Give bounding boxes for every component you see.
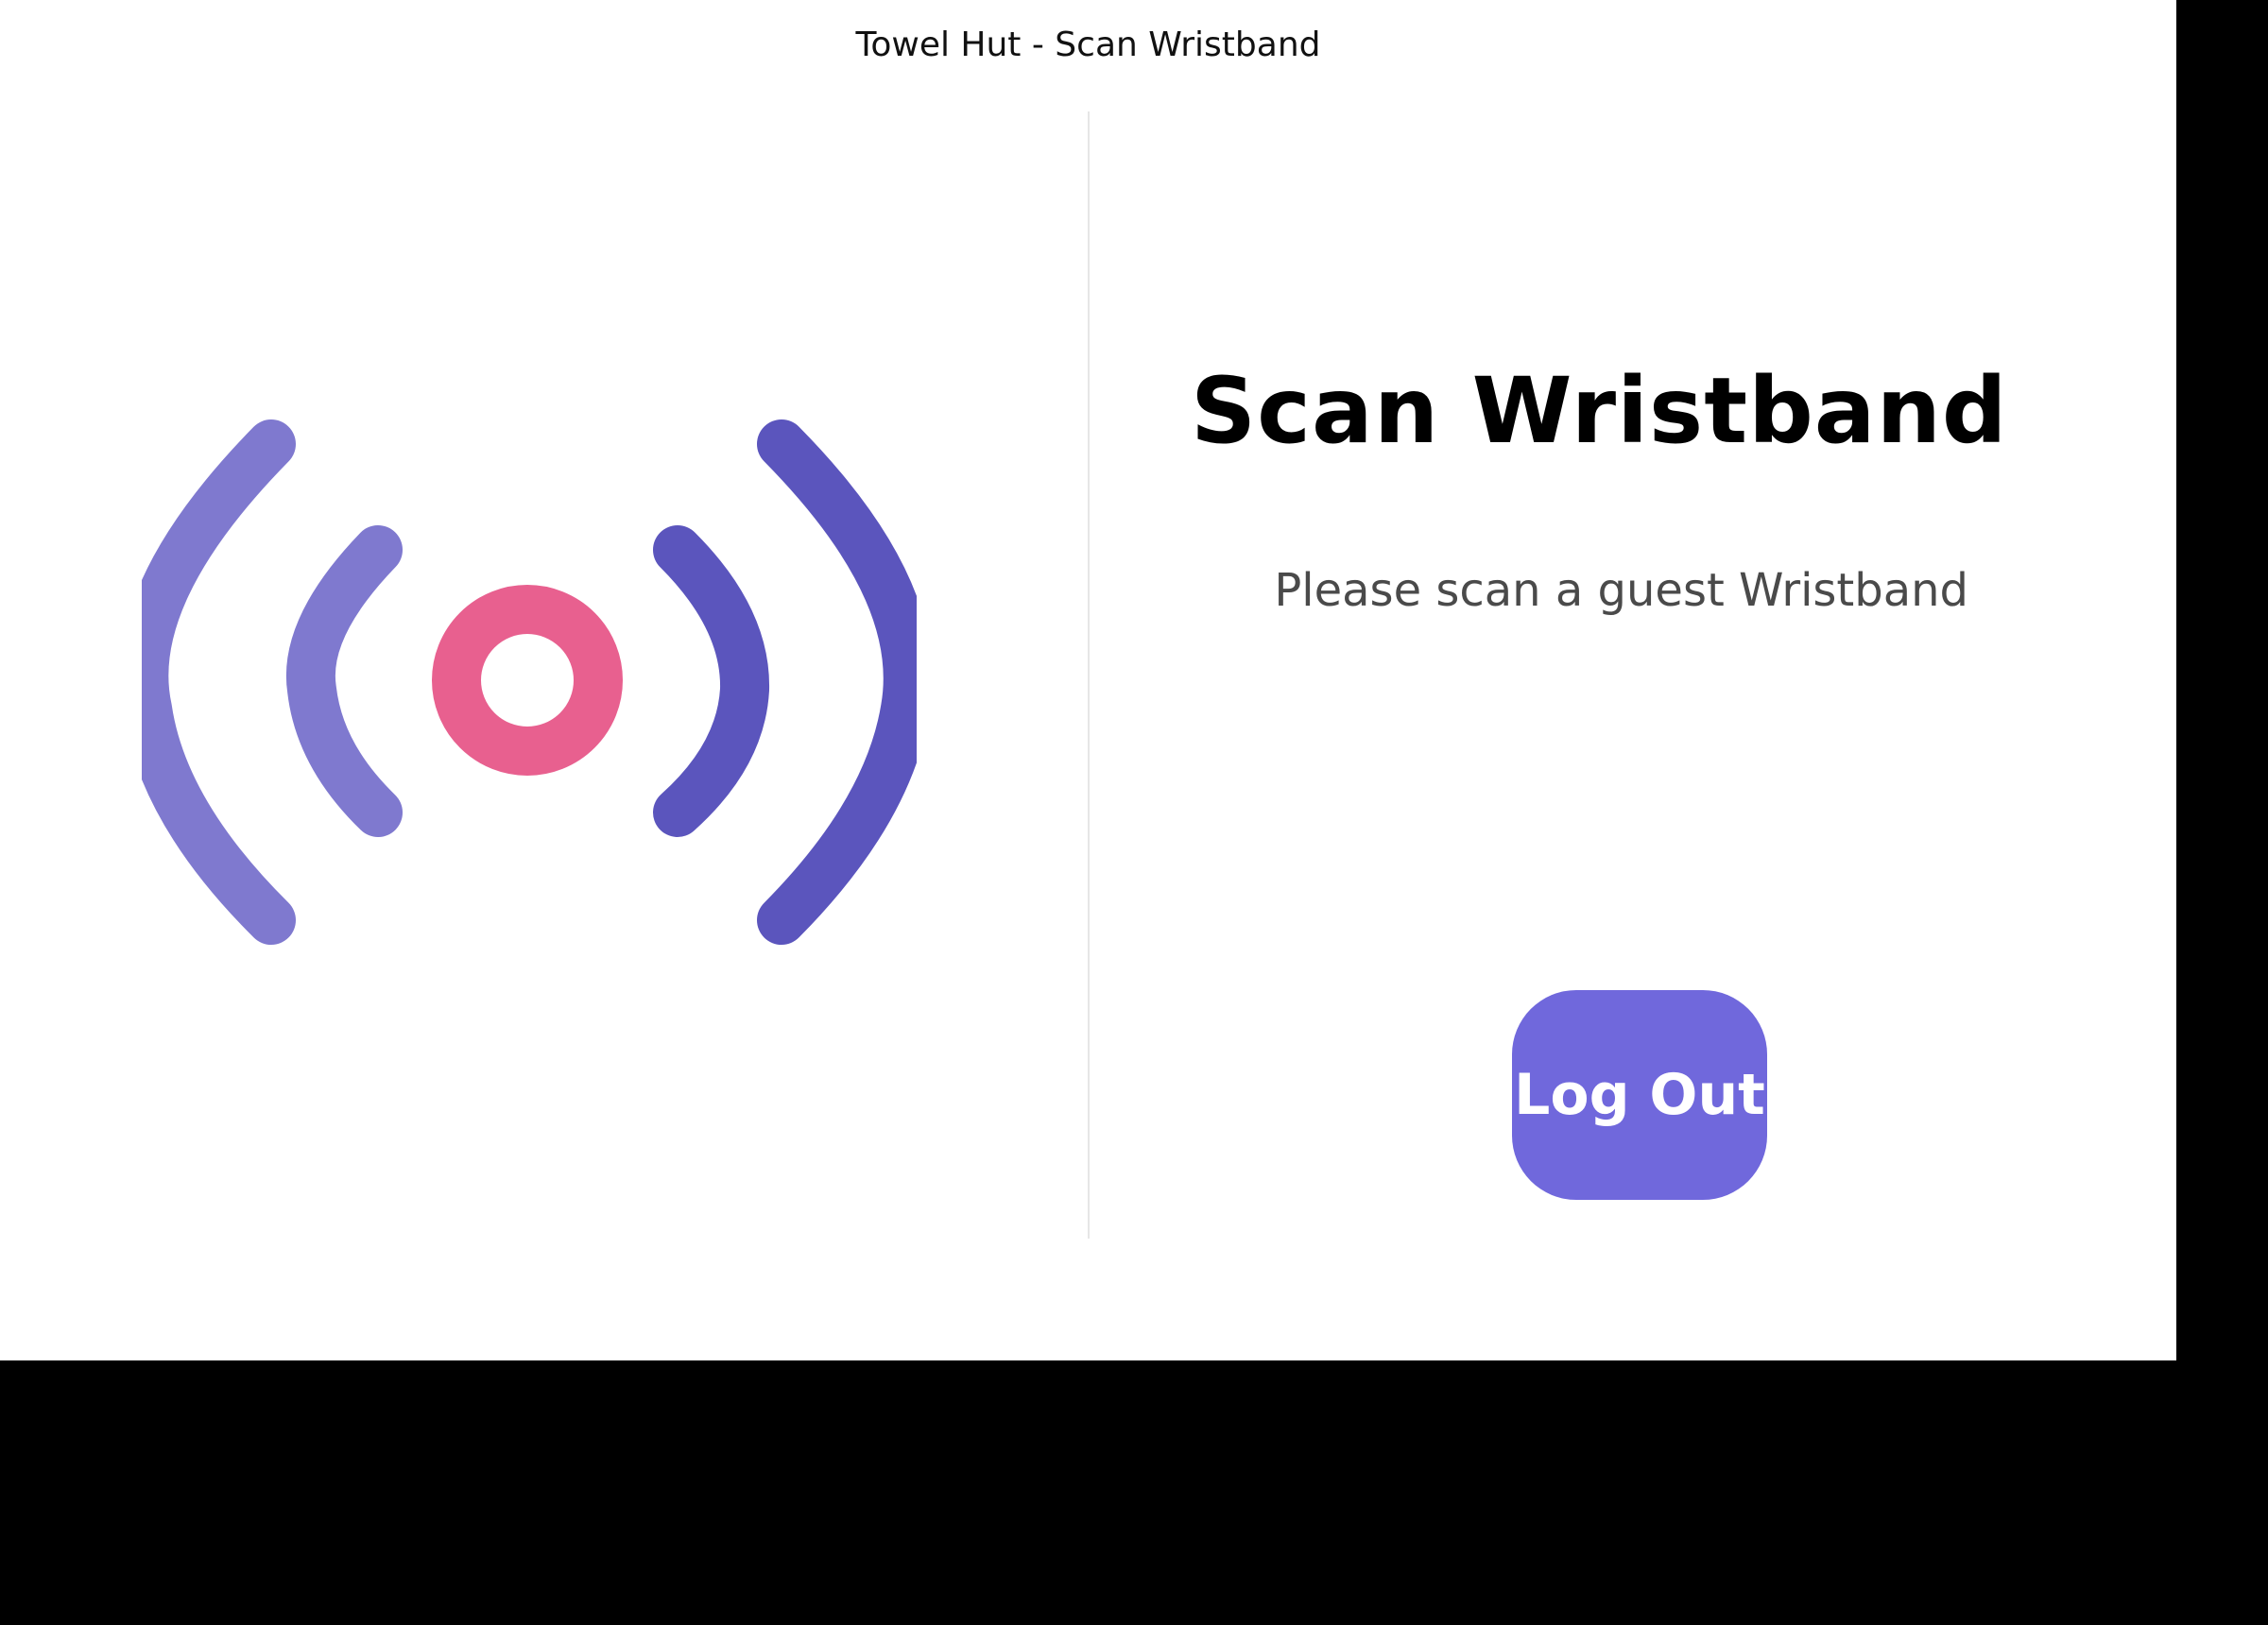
signal-wave-outer-left: [142, 419, 296, 945]
scan-instruction: Please scan a guest Wristband: [1274, 564, 1968, 617]
signal-wave-outer-right: [757, 419, 917, 945]
signal-wave-inner-right: [653, 525, 770, 837]
nfc-signal-icon: [142, 406, 917, 954]
panel-divider: [1088, 111, 1090, 1239]
signal-wave-inner-left: [285, 525, 403, 837]
logout-button[interactable]: Log Out: [1512, 990, 1767, 1200]
app-screen: Towel Hut - Scan Wristband Scan Wristban…: [0, 0, 2176, 1360]
page-heading: Scan Wristband: [1191, 358, 2008, 464]
signal-center-ring: [432, 585, 623, 776]
window-title: Towel Hut - Scan Wristband: [855, 26, 1321, 64]
